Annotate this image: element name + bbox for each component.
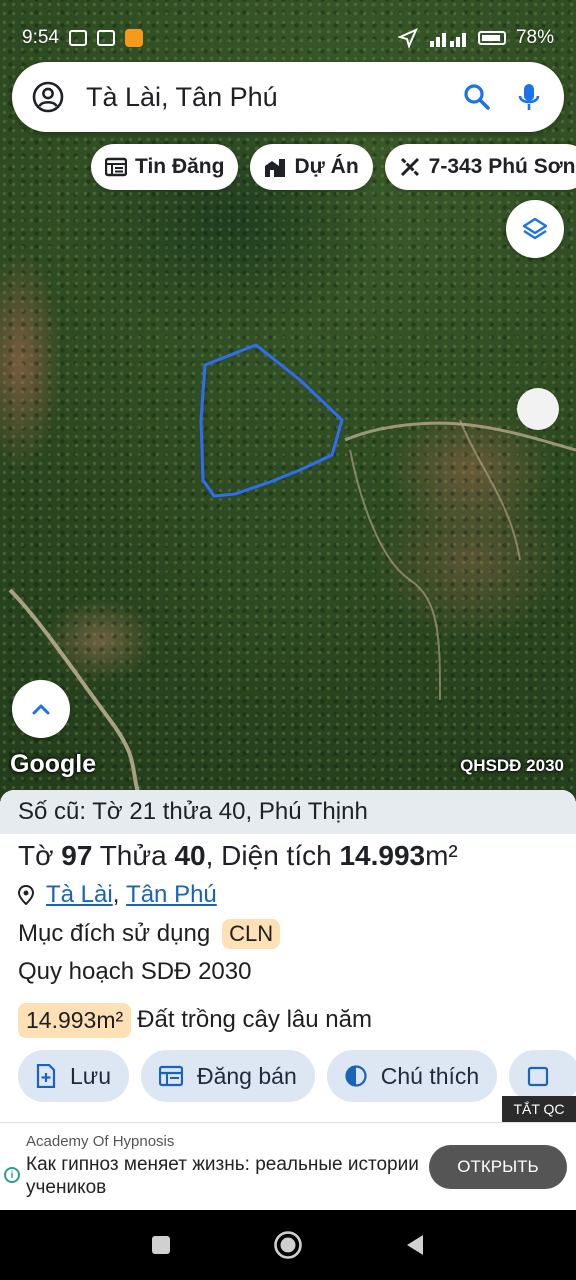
- old-parcel-info: Số cũ: Tờ 21 thửa 40, Phú Thịnh: [0, 790, 576, 834]
- app-notification-icon: [124, 29, 143, 47]
- layers-icon: [522, 217, 548, 240]
- land-use-purpose: Mục đích sử dụng CLN: [0, 914, 576, 954]
- expand-panel-button[interactable]: [12, 680, 70, 738]
- ad-banner[interactable]: i Academy Of Hypnosis Как гипноз меняет …: [0, 1122, 576, 1210]
- area-value: 14.993: [339, 840, 426, 871]
- location-separator: ,: [112, 881, 120, 908]
- sheet-number: 97: [61, 840, 93, 871]
- battery-level: 78%: [515, 27, 554, 48]
- parcel-location: Tà Lài, Tân Phú: [0, 876, 576, 914]
- notification-icon: [68, 30, 87, 46]
- chip-label: Tin Đăng: [135, 155, 225, 178]
- close-ad-button[interactable]: TẮT QC: [502, 1096, 576, 1122]
- more-action-button[interactable]: [509, 1050, 576, 1102]
- area-unit: m²: [425, 840, 458, 871]
- chip-label: Dự Án: [294, 155, 359, 178]
- chip-phu-son[interactable]: 7-343 Phú Sơn: [384, 144, 576, 190]
- legend-button[interactable]: Chú thích: [326, 1050, 498, 1102]
- system-nav-bar: [0, 1210, 576, 1280]
- commune-link[interactable]: Tà Lài: [46, 881, 113, 909]
- plot-label: Thửa: [99, 840, 167, 871]
- ad-brand: Academy Of Hypnosis: [26, 1133, 175, 1150]
- area-label: , Diện tích: [205, 840, 332, 871]
- account-icon[interactable]: [32, 81, 64, 113]
- purpose-label: Mục đích sử dụng: [18, 920, 211, 947]
- plot-number: 40: [174, 840, 206, 871]
- plan-area-badge: 14.993m²: [18, 1002, 132, 1038]
- chip-du-an[interactable]: Dự Án: [250, 144, 373, 190]
- ad-info-icon[interactable]: i: [4, 1167, 20, 1183]
- legend-contrast-icon: [345, 1065, 367, 1087]
- parcel-boundary: [199, 343, 344, 498]
- signal-icon: [429, 33, 466, 47]
- ad-open-button[interactable]: ОТКРЫТЬ: [429, 1145, 567, 1189]
- floating-dot-button[interactable]: [517, 388, 559, 430]
- listing-icon: [158, 1065, 183, 1087]
- ruler-pencil-icon: [400, 157, 419, 177]
- action-buttons: Lưu Đăng bán Chú thích: [18, 1050, 576, 1102]
- sheet-label: Tờ: [18, 840, 54, 871]
- post-sale-button[interactable]: Đăng bán: [140, 1050, 315, 1102]
- search-bar[interactable]: Tà Lài, Tân Phú: [12, 62, 564, 132]
- district-link[interactable]: Tân Phú: [126, 881, 217, 909]
- filter-chips: Tin Đăng Dự Án 7-343 Phú Sơn: [91, 144, 576, 190]
- plan-land-type: Đất trồng cây lâu năm: [137, 1006, 372, 1033]
- chip-label: 7-343 Phú Sơn: [428, 155, 576, 178]
- newspaper-icon: [105, 157, 127, 177]
- buildings-icon: [265, 159, 286, 177]
- purpose-code-badge: CLN: [222, 919, 281, 949]
- search-icon[interactable]: [462, 82, 492, 112]
- home-icon[interactable]: [273, 1230, 303, 1260]
- save-label: Lưu: [70, 1062, 111, 1089]
- battery-icon: [477, 31, 506, 45]
- post-sale-label: Đăng bán: [196, 1062, 297, 1089]
- recent-apps-icon[interactable]: [150, 1234, 172, 1256]
- status-time: 9:54: [22, 27, 59, 48]
- chevron-up-icon: [32, 704, 50, 715]
- calendar-add-icon: [528, 1066, 549, 1087]
- layers-button[interactable]: [506, 200, 564, 258]
- plan-area-row: 14.993m² Đất trồng cây lâu năm: [0, 1000, 576, 1040]
- search-input[interactable]: Tà Lài, Tân Phú: [86, 82, 440, 113]
- google-logo: Google: [10, 750, 97, 778]
- map-layer-label: QHSDĐ 2030: [460, 756, 564, 775]
- location-pin-icon: [18, 885, 34, 905]
- location-arrow-icon: [397, 28, 418, 48]
- save-plus-icon: [36, 1064, 56, 1088]
- back-icon[interactable]: [404, 1233, 426, 1257]
- microphone-icon[interactable]: [514, 82, 544, 112]
- save-button[interactable]: Lưu: [18, 1050, 129, 1102]
- ad-text: Как гипноз меняет жизнь: реальные истори…: [26, 1154, 419, 1198]
- chip-tin-dang[interactable]: Tin Đăng: [91, 144, 239, 190]
- satellite-map[interactable]: 9:54 78% Tà Lài, Tân Phú Tin Đăng Dự Án …: [0, 0, 576, 800]
- plan-label: Quy hoạch SDĐ 2030: [18, 958, 252, 985]
- parcel-summary: Tờ 97 Thửa 40, Diện tích 14.993m²: [0, 834, 576, 876]
- status-bar: 9:54 78%: [0, 0, 576, 58]
- notification-icon: [96, 30, 115, 46]
- legend-label: Chú thích: [380, 1062, 480, 1089]
